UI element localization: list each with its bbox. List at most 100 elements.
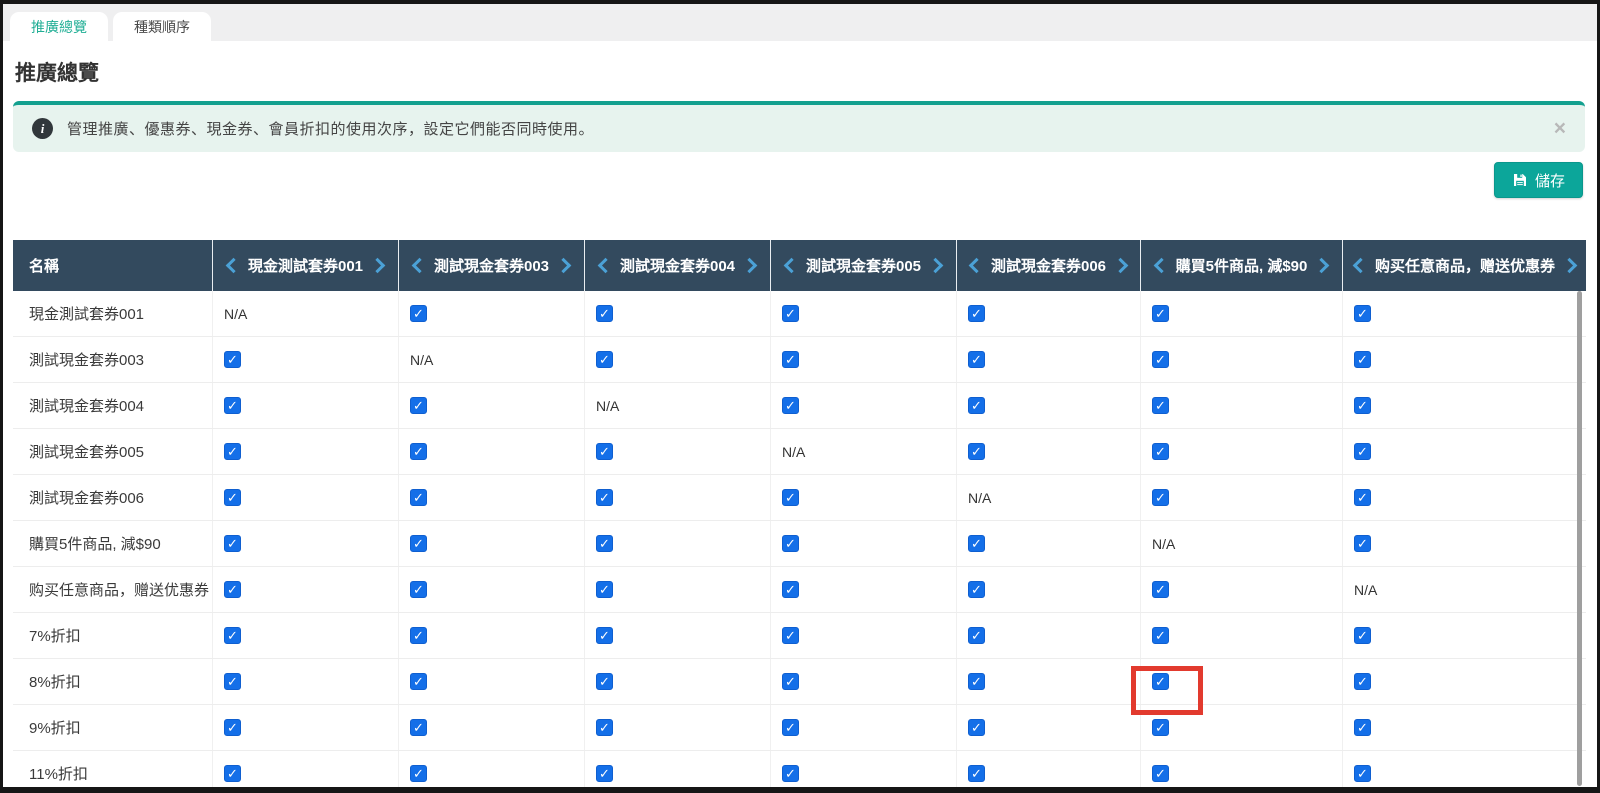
checkbox-r8-c6[interactable]: ✓ — [1152, 627, 1169, 644]
checkbox-r9-c1[interactable]: ✓ — [224, 673, 241, 690]
checkbox-r11-c1[interactable]: ✓ — [224, 765, 241, 782]
checkbox-r1-c7[interactable]: ✓ — [1354, 305, 1371, 322]
tab-1[interactable]: 推廣總覽 — [10, 12, 108, 41]
checkbox-r4-c5[interactable]: ✓ — [968, 443, 985, 460]
checkbox-r6-c7[interactable]: ✓ — [1354, 535, 1371, 552]
checkbox-r10-c7[interactable]: ✓ — [1354, 719, 1371, 736]
checkbox-r7-c2[interactable]: ✓ — [410, 581, 427, 598]
checkbox-r11-c2[interactable]: ✓ — [410, 765, 427, 782]
checkbox-r11-c6[interactable]: ✓ — [1152, 765, 1169, 782]
column-header-3[interactable]: 測試現金套券004 — [584, 240, 770, 291]
close-icon[interactable]: × — [1554, 118, 1566, 139]
checkbox-r8-c5[interactable]: ✓ — [968, 627, 985, 644]
checkbox-r7-c4[interactable]: ✓ — [782, 581, 799, 598]
checkbox-r5-c2[interactable]: ✓ — [410, 489, 427, 506]
checkbox-r9-c5[interactable]: ✓ — [968, 673, 985, 690]
checkbox-r11-c4[interactable]: ✓ — [782, 765, 799, 782]
page: 推廣總覽 種類順序 推廣總覽 i 管理推廣、優惠券、現金券、會員折扣的使用次序，設… — [0, 0, 1600, 793]
checkbox-r10-c5[interactable]: ✓ — [968, 719, 985, 736]
checkbox-r1-c2[interactable]: ✓ — [410, 305, 427, 322]
checkbox-r2-c1[interactable]: ✓ — [224, 351, 241, 368]
cell-r9-c7: ✓ — [1342, 659, 1586, 704]
checkbox-r10-c6[interactable]: ✓ — [1152, 719, 1169, 736]
checkbox-r6-c1[interactable]: ✓ — [224, 535, 241, 552]
checkbox-r6-c3[interactable]: ✓ — [596, 535, 613, 552]
checkbox-r3-c5[interactable]: ✓ — [968, 397, 985, 414]
chevron-right-icon — [927, 257, 944, 274]
checkbox-r8-c2[interactable]: ✓ — [410, 627, 427, 644]
checkbox-r8-c1[interactable]: ✓ — [224, 627, 241, 644]
checkbox-r7-c1[interactable]: ✓ — [224, 581, 241, 598]
cell-r8-c3: ✓ — [584, 613, 770, 658]
column-header-7[interactable]: 购买任意商品，赠送优惠券 — [1342, 240, 1586, 291]
cell-r8-c4: ✓ — [770, 613, 956, 658]
tab-2[interactable]: 種類順序 — [113, 12, 211, 41]
checkbox-r5-c3[interactable]: ✓ — [596, 489, 613, 506]
checkbox-r1-c3[interactable]: ✓ — [596, 305, 613, 322]
checkbox-r2-c6[interactable]: ✓ — [1152, 351, 1169, 368]
checkbox-r3-c6[interactable]: ✓ — [1152, 397, 1169, 414]
checkbox-r4-c6[interactable]: ✓ — [1152, 443, 1169, 460]
checkbox-r5-c6[interactable]: ✓ — [1152, 489, 1169, 506]
cell-r10-c7: ✓ — [1342, 705, 1586, 750]
checkbox-r10-c2[interactable]: ✓ — [410, 719, 427, 736]
checkbox-r9-c7[interactable]: ✓ — [1354, 673, 1371, 690]
vertical-scrollbar-thumb[interactable] — [1577, 291, 1582, 786]
checkbox-r7-c5[interactable]: ✓ — [968, 581, 985, 598]
checkbox-r8-c7[interactable]: ✓ — [1354, 627, 1371, 644]
checkbox-r3-c1[interactable]: ✓ — [224, 397, 241, 414]
checkbox-r1-c6[interactable]: ✓ — [1152, 305, 1169, 322]
cell-r8-c2: ✓ — [398, 613, 584, 658]
checkbox-r3-c2[interactable]: ✓ — [410, 397, 427, 414]
cell-r9-c6: ✓ — [1131, 659, 1342, 715]
checkbox-r4-c2[interactable]: ✓ — [410, 443, 427, 460]
checkbox-r2-c4[interactable]: ✓ — [782, 351, 799, 368]
tab-bar: 推廣總覽 種類順序 — [3, 4, 1597, 41]
checkbox-r2-c5[interactable]: ✓ — [968, 351, 985, 368]
cell-r3-c3: N/A — [584, 383, 770, 428]
checkbox-r7-c3[interactable]: ✓ — [596, 581, 613, 598]
checkbox-r2-c3[interactable]: ✓ — [596, 351, 613, 368]
checkbox-r11-c3[interactable]: ✓ — [596, 765, 613, 782]
checkbox-r10-c1[interactable]: ✓ — [224, 719, 241, 736]
checkbox-r8-c4[interactable]: ✓ — [782, 627, 799, 644]
checkbox-r5-c1[interactable]: ✓ — [224, 489, 241, 506]
column-header-2[interactable]: 測試現金套券003 — [398, 240, 584, 291]
checkbox-r5-c4[interactable]: ✓ — [782, 489, 799, 506]
checkbox-r11-c5[interactable]: ✓ — [968, 765, 985, 782]
chevron-right-icon — [1314, 257, 1330, 274]
cell-r4-c4: N/A — [770, 429, 956, 474]
cell-r2-c5: ✓ — [956, 337, 1140, 382]
cell-r2-c1: ✓ — [212, 337, 398, 382]
checkbox-r9-c4[interactable]: ✓ — [782, 673, 799, 690]
checkbox-r11-c7[interactable]: ✓ — [1354, 765, 1371, 782]
checkbox-r4-c7[interactable]: ✓ — [1354, 443, 1371, 460]
checkbox-r10-c3[interactable]: ✓ — [596, 719, 613, 736]
checkbox-r3-c7[interactable]: ✓ — [1354, 397, 1371, 414]
column-header-6[interactable]: 購買5件商品, 減$90 — [1140, 240, 1342, 291]
checkbox-r8-c3[interactable]: ✓ — [596, 627, 613, 644]
info-banner: i 管理推廣、優惠券、現金券、會員折扣的使用次序，設定它們能否同時使用。 × — [13, 101, 1585, 152]
checkbox-r10-c4[interactable]: ✓ — [782, 719, 799, 736]
cell-r7-c3: ✓ — [584, 567, 770, 612]
column-header-5[interactable]: 測試現金套券006 — [956, 240, 1140, 291]
checkbox-r9-c2[interactable]: ✓ — [410, 673, 427, 690]
checkbox-r6-c2[interactable]: ✓ — [410, 535, 427, 552]
checkbox-r1-c5[interactable]: ✓ — [968, 305, 985, 322]
checkbox-r3-c4[interactable]: ✓ — [782, 397, 799, 414]
checkbox-r2-c7[interactable]: ✓ — [1354, 351, 1371, 368]
checkbox-r9-c6[interactable]: ✓ — [1152, 673, 1169, 690]
column-header-1[interactable]: 現金測試套券001 — [212, 240, 398, 291]
save-button[interactable]: 儲存 — [1493, 162, 1583, 198]
checkbox-r4-c3[interactable]: ✓ — [596, 443, 613, 460]
checkbox-r1-c4[interactable]: ✓ — [782, 305, 799, 322]
column-header-4[interactable]: 測試現金套券005 — [770, 240, 956, 291]
checkbox-r9-c3[interactable]: ✓ — [596, 673, 613, 690]
checkbox-r5-c7[interactable]: ✓ — [1354, 489, 1371, 506]
checkbox-r6-c5[interactable]: ✓ — [968, 535, 985, 552]
checkbox-r6-c4[interactable]: ✓ — [782, 535, 799, 552]
cell-r5-c2: ✓ — [398, 475, 584, 520]
cell-r1-c4: ✓ — [770, 291, 956, 336]
checkbox-r4-c1[interactable]: ✓ — [224, 443, 241, 460]
checkbox-r7-c6[interactable]: ✓ — [1152, 581, 1169, 598]
